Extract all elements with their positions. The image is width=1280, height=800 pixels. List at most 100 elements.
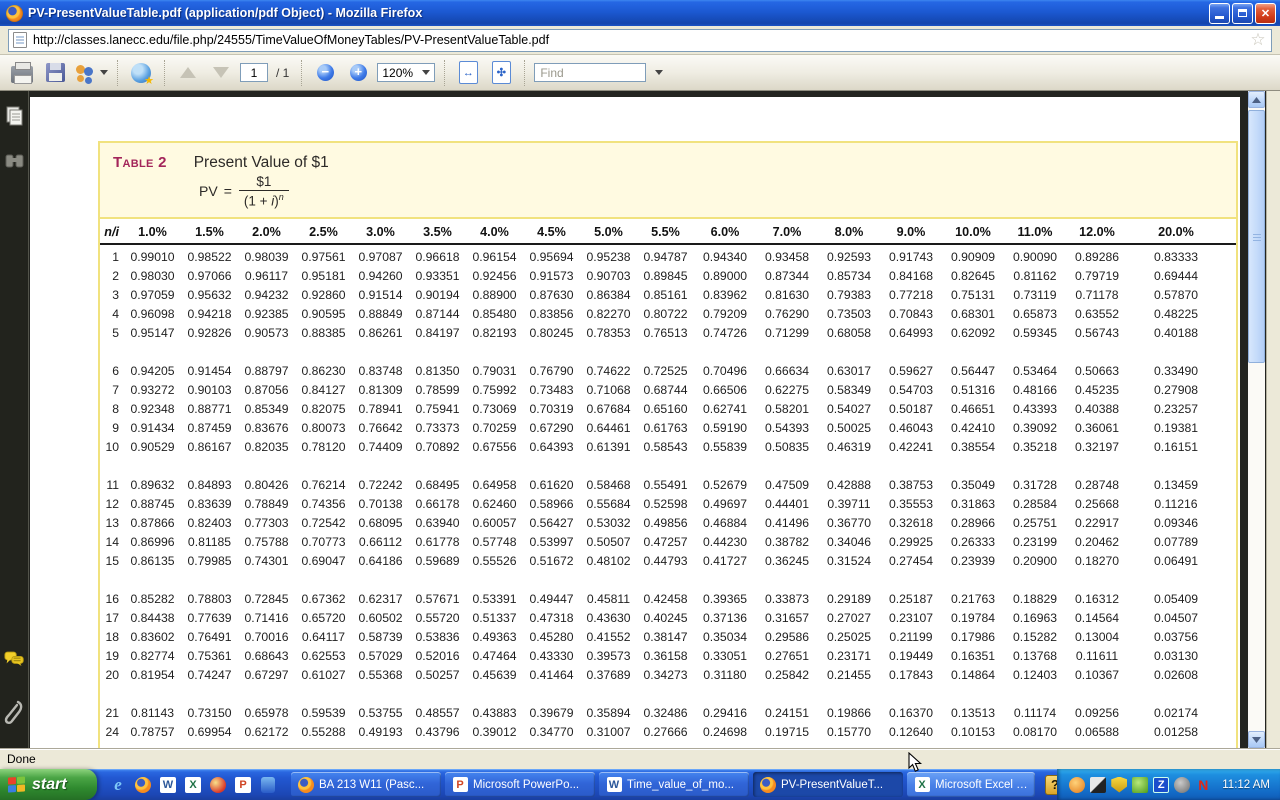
pv-value-cell: 0.64993 xyxy=(888,326,934,340)
pv-value-cell: 0.32618 xyxy=(888,516,934,530)
pv-value-cell: 0.82403 xyxy=(187,516,232,530)
comments-icon[interactable] xyxy=(4,647,25,671)
scroll-down-button[interactable] xyxy=(1248,731,1265,748)
pv-value-cell: 0.22917 xyxy=(1074,516,1120,530)
zoom-in-button[interactable]: + xyxy=(344,59,372,87)
taskbar-button-powerpoint[interactable]: P Microsoft PowerPo... xyxy=(445,772,595,797)
pv-value-cell: 0.39711 xyxy=(827,497,871,511)
pv-value-cell: 0.80073 xyxy=(301,421,346,435)
scrollbar-thumb[interactable] xyxy=(1248,110,1265,363)
next-page-button[interactable] xyxy=(207,59,235,87)
pv-value-cell: 0.35049 xyxy=(950,478,996,492)
taskbar-button-label: PV-PresentValueT... xyxy=(781,778,884,791)
pdf-viewport: Table 2 Present Value of $1 PV = $1 (1 +… xyxy=(0,91,1280,748)
table-row: 14 0.86996 0.81185 0.75788 0.70773 0.66112 0.6… xyxy=(100,533,1236,552)
windows-messenger-icon[interactable] xyxy=(259,776,277,794)
row-period: 3 xyxy=(112,288,119,302)
pv-value-cell: 0.65160 xyxy=(643,402,688,416)
start-button[interactable]: start xyxy=(0,769,97,800)
toolbar-separator xyxy=(524,59,526,86)
pv-value-cell: 0.80426 xyxy=(244,478,289,492)
row-period: 24 xyxy=(105,725,119,739)
pv-value-cell: 0.52598 xyxy=(643,497,688,511)
pv-value-cell: 0.85161 xyxy=(643,288,688,302)
pv-value-cell: 0.53464 xyxy=(1012,364,1058,378)
pv-value-cell: 0.51337 xyxy=(472,611,517,625)
pv-value-cell: 0.29189 xyxy=(826,592,872,606)
display-icon[interactable] xyxy=(1090,776,1107,793)
internet-explorer-icon[interactable]: e xyxy=(109,775,127,794)
printer-icon xyxy=(11,62,33,84)
bookmark-star-icon[interactable]: ☆ xyxy=(1249,31,1267,49)
pv-value-cell: 0.36770 xyxy=(826,516,872,530)
previous-page-button[interactable] xyxy=(174,59,202,87)
access-key-icon[interactable] xyxy=(209,776,227,794)
pv-value-cell: 0.85734 xyxy=(826,269,872,283)
pv-value-cell: 0.69047 xyxy=(301,554,346,568)
pv-value-cell: 0.73150 xyxy=(187,706,232,720)
messenger-face-icon[interactable] xyxy=(1069,776,1086,793)
pv-value-cell: 0.39012 xyxy=(472,725,517,739)
taskbar-button-pv-pdf[interactable]: PV-PresentValueT... xyxy=(753,772,903,797)
pv-value-cell: 0.75131 xyxy=(950,288,996,302)
find-dropdown-icon[interactable] xyxy=(655,70,664,75)
share-web-button[interactable] xyxy=(127,59,155,87)
minimize-button[interactable] xyxy=(1209,2,1230,24)
print-button[interactable] xyxy=(8,59,36,87)
taskbar-button-word[interactable]: W Time_value_of_mo... xyxy=(599,772,749,797)
pv-value-cell: 0.79719 xyxy=(1074,269,1120,283)
firefox-icon[interactable] xyxy=(134,776,152,794)
pv-value-cell: 0.23199 xyxy=(1012,535,1058,549)
save-button[interactable] xyxy=(41,59,69,87)
pv-value-cell: 0.90703 xyxy=(586,269,631,283)
pv-value-cell: 0.90909 xyxy=(950,250,996,264)
column-header: 2.0% xyxy=(252,225,281,239)
pv-value-cell: 0.61778 xyxy=(415,535,460,549)
binoculars-icon[interactable] xyxy=(4,149,25,173)
page-number-input[interactable] xyxy=(240,63,268,82)
restore-button[interactable] xyxy=(1232,2,1253,24)
word-icon[interactable]: W xyxy=(159,776,177,794)
zoom-level-select[interactable]: 120% xyxy=(377,63,436,82)
zoom-out-button[interactable]: − xyxy=(311,59,339,87)
pv-value-cell: 0.25025 xyxy=(826,630,872,644)
close-button[interactable]: ✕ xyxy=(1255,2,1276,24)
pv-value-cell: 0.33873 xyxy=(764,592,810,606)
powerpoint-icon[interactable]: P xyxy=(234,776,252,794)
vertical-scrollbar[interactable] xyxy=(1248,91,1265,748)
norton-icon[interactable]: N xyxy=(1195,777,1211,793)
pv-value-cell: 0.59689 xyxy=(415,554,460,568)
column-header: 3.5% xyxy=(423,225,452,239)
scroll-up-button[interactable] xyxy=(1248,91,1265,108)
pv-value-cell: 0.34046 xyxy=(826,535,872,549)
fit-width-button[interactable]: ↔ xyxy=(454,59,482,87)
excel-icon[interactable]: X xyxy=(184,776,202,794)
pv-value-cell: 0.28748 xyxy=(1074,478,1120,492)
volume-icon[interactable] xyxy=(1174,776,1191,793)
pv-value-cell: 0.50663 xyxy=(1074,364,1120,378)
attachments-icon[interactable] xyxy=(4,698,25,728)
pv-value-cell: 0.19715 xyxy=(764,725,810,739)
pv-value-cell: 0.57870 xyxy=(1153,288,1199,302)
security-shield-icon[interactable] xyxy=(1111,776,1128,793)
pv-value-cell: 0.91454 xyxy=(187,364,232,378)
collaborate-button[interactable] xyxy=(74,59,108,87)
fit-page-button[interactable]: ✣ xyxy=(487,59,515,87)
table-row: 15 0.86135 0.79985 0.74301 0.69047 0.64186 0.5… xyxy=(100,552,1236,571)
fit-width-icon: ↔ xyxy=(458,61,478,84)
taskbar-button-ba213[interactable]: BA 213 W11 (Pasc... xyxy=(291,772,441,797)
pv-value-cell: 0.62172 xyxy=(244,725,289,739)
url-text[interactable]: http://classes.lanecc.edu/file.php/24555… xyxy=(33,33,1249,47)
pv-value-cell: 0.55526 xyxy=(472,554,517,568)
pv-value-cell: 0.67362 xyxy=(301,592,346,606)
find-input[interactable]: Find xyxy=(534,63,647,82)
taskbar-button-excel[interactable]: X Microsoft Excel - r... xyxy=(907,772,1035,797)
system-tray: Z N 11:12 AM xyxy=(1057,769,1280,800)
url-field[interactable]: http://classes.lanecc.edu/file.php/24555… xyxy=(8,28,1272,52)
table-title: Present Value of $1 xyxy=(193,154,329,171)
pv-value-cell: 0.72242 xyxy=(358,478,403,492)
pv-value-cell: 0.31524 xyxy=(826,554,872,568)
pages-icon[interactable] xyxy=(4,105,25,129)
pv-value-cell: 0.81162 xyxy=(1013,269,1057,283)
update-green-icon[interactable] xyxy=(1132,776,1149,793)
